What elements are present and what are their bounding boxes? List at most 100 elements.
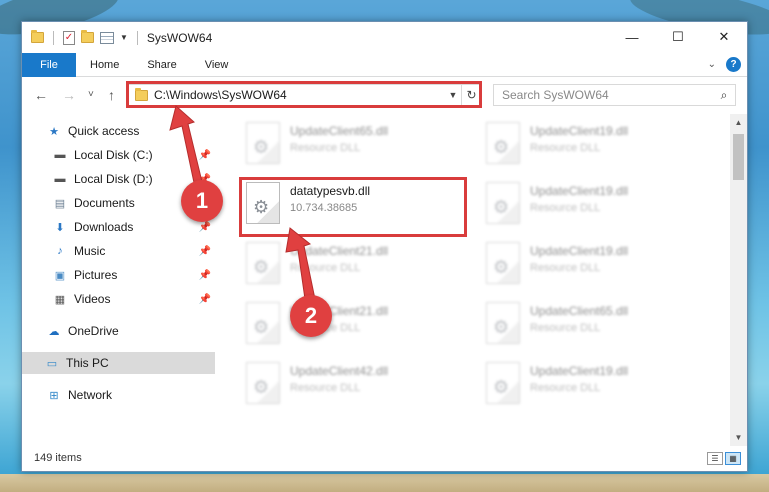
list-item[interactable]: UpdateClient21.dll Resource DLL: [240, 238, 470, 290]
tab-home[interactable]: Home: [76, 53, 133, 77]
background-sand: [0, 474, 769, 492]
file-name: UpdateClient21.dll: [290, 244, 389, 258]
dll-file-icon: [486, 302, 520, 344]
sidebar-item-label: Downloads: [74, 220, 134, 234]
file-name: UpdateClient65.dll: [290, 124, 389, 138]
sidebar-item-label: Local Disk (D:): [74, 172, 153, 186]
file-highlight: [239, 177, 467, 237]
step-1-badge: 1: [181, 180, 223, 222]
navigation-pane: ★ Quick access ▬ Local Disk (C:) 📌 ▬ Loc…: [22, 114, 215, 446]
recent-locations-chevron-icon[interactable]: ˅: [88, 89, 94, 100]
file-type: Resource DLL: [290, 262, 361, 274]
sidebar-item-music[interactable]: ♪ Music 📌: [52, 240, 215, 262]
list-item[interactable]: UpdateClient19.dll Resource DLL: [480, 178, 710, 230]
back-button[interactable]: ←: [34, 87, 48, 103]
dll-file-icon: [486, 122, 520, 164]
customize-toolbar-chevron-icon[interactable]: ▼: [120, 33, 128, 42]
new-folder-icon[interactable]: [81, 30, 94, 43]
list-item[interactable]: UpdateClient65.dll Resource DLL: [240, 118, 470, 170]
dll-file-icon: [246, 302, 280, 344]
sidebar-item-label: Videos: [74, 292, 111, 306]
pictures-icon: ▣: [54, 269, 66, 282]
tab-file[interactable]: File: [22, 52, 76, 77]
file-name: UpdateClient19.dll: [530, 184, 629, 198]
list-item[interactable]: UpdateClient65.dll Resource DLL: [480, 298, 710, 350]
dll-file-icon: [246, 362, 280, 404]
dll-file-icon: [486, 362, 520, 404]
file-type: Resource DLL: [290, 142, 361, 154]
file-type: Resource DLL: [530, 142, 601, 154]
star-icon: ★: [49, 125, 59, 138]
scroll-down-icon[interactable]: ▼: [730, 429, 747, 446]
close-button[interactable]: ✕: [701, 22, 747, 52]
list-item[interactable]: UpdateClient19.dll Resource DLL: [480, 238, 710, 290]
scrollbar-thumb[interactable]: [733, 134, 744, 180]
sidebar-item-downloads[interactable]: ⬇ Downloads 📌: [52, 216, 215, 238]
toolbar-divider: [136, 30, 138, 45]
sidebar-item-onedrive[interactable]: ☁ OneDrive: [46, 320, 119, 342]
folder-icon: [31, 30, 44, 43]
sidebar-item-videos[interactable]: ▦ Videos 📌: [52, 288, 215, 310]
sidebar-item-network[interactable]: ⊞ Network: [46, 384, 112, 406]
view-switcher: ☰ ▦: [707, 452, 741, 465]
file-type: Resource DLL: [530, 202, 601, 214]
sidebar-item-this-pc[interactable]: ▭ This PC: [22, 352, 215, 374]
tab-view[interactable]: View: [191, 53, 243, 77]
file-name: UpdateClient42.dll: [290, 364, 389, 378]
step-2-badge: 2: [290, 295, 332, 337]
pin-icon: 📌: [198, 269, 211, 281]
forward-button[interactable]: →: [62, 87, 76, 103]
sidebar-item-label: Documents: [74, 196, 135, 210]
dll-file-icon: [486, 182, 520, 224]
sidebar-item-quick-access[interactable]: ★ Quick access: [46, 120, 139, 142]
pin-icon: 📌: [198, 245, 211, 257]
dll-file-icon: [246, 122, 280, 164]
maximize-button[interactable]: ☐: [655, 22, 701, 52]
computer-icon: ▭: [46, 357, 58, 370]
scroll-up-icon[interactable]: ▲: [730, 114, 747, 131]
dll-file-icon: [486, 242, 520, 284]
sidebar-item-label: OneDrive: [68, 324, 119, 338]
list-item[interactable]: UpdateClient42.dll Resource DLL: [240, 358, 470, 410]
tab-share[interactable]: Share: [133, 53, 190, 77]
list-item[interactable]: UpdateClient21.dll Resource DLL: [240, 298, 470, 350]
drive-icon: ▬: [54, 173, 66, 185]
file-type: Resource DLL: [290, 382, 361, 394]
network-icon: ⊞: [49, 389, 59, 402]
title-bar: ✓ ▼ SysWOW64 — ☐ ✕: [22, 22, 747, 53]
sidebar-item-pictures[interactable]: ▣ Pictures 📌: [52, 264, 215, 286]
expand-ribbon-chevron-icon[interactable]: ⌄: [708, 59, 716, 70]
cloud-icon: ☁: [48, 325, 60, 338]
up-button[interactable]: ↑: [108, 87, 115, 103]
properties-check-icon[interactable]: ✓: [63, 30, 75, 45]
properties-icon[interactable]: [100, 31, 114, 44]
minimize-button[interactable]: —: [609, 22, 655, 52]
ribbon-right: ⌄ ?: [708, 57, 741, 72]
sidebar-item-local-disk-c[interactable]: ▬ Local Disk (C:) 📌: [52, 144, 215, 166]
list-item[interactable]: UpdateClient19.dll Resource DLL: [480, 358, 710, 410]
list-item[interactable]: UpdateClient19.dll Resource DLL: [480, 118, 710, 170]
file-type: Resource DLL: [530, 262, 601, 274]
pin-icon: 📌: [198, 293, 211, 305]
item-count: 149 items: [34, 452, 82, 464]
details-view-icon[interactable]: ☰: [707, 452, 723, 465]
quick-access-toolbar: ✓ ▼ SysWOW64: [22, 30, 212, 45]
music-icon: ♪: [57, 245, 63, 257]
sidebar-item-label: Quick access: [68, 124, 140, 138]
search-icon[interactable]: ⌕: [713, 88, 735, 103]
file-name: UpdateClient19.dll: [530, 364, 629, 378]
help-icon[interactable]: ?: [726, 57, 741, 72]
downloads-icon: ⬇: [55, 221, 65, 234]
sidebar-item-label: Pictures: [74, 268, 118, 282]
sidebar-item-label: This PC: [66, 356, 109, 370]
dll-file-icon: [246, 242, 280, 284]
videos-icon: ▦: [54, 293, 66, 306]
vertical-scrollbar[interactable]: ▲ ▼: [730, 114, 747, 446]
tiles-view-icon[interactable]: ▦: [725, 452, 741, 465]
search-input[interactable]: Search SysWOW64: [502, 88, 713, 102]
file-list: UpdateClient65.dll Resource DLL UpdateCl…: [230, 114, 732, 446]
toolbar-divider: [53, 30, 54, 45]
pin-icon: 📌: [198, 221, 211, 233]
ribbon-tabs: File Home Share View ⌄ ?: [22, 52, 747, 77]
search-box[interactable]: Search SysWOW64 ⌕: [493, 84, 736, 106]
